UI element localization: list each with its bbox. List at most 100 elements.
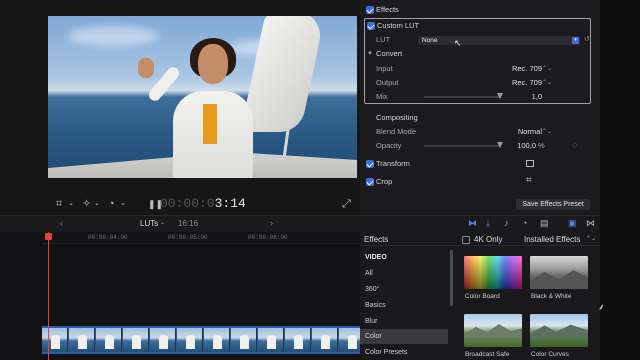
video-clip[interactable] — [42, 326, 360, 354]
clip-appearance-icon[interactable]: ⧓ — [468, 218, 477, 229]
clip-thumbnail — [96, 328, 122, 352]
clip-thumbnail — [150, 328, 176, 352]
4k-only-label[interactable]: 4K Only — [474, 235, 502, 244]
fullscreen-icon[interactable]: ⤢ — [342, 196, 351, 212]
timecode-display: 00:00:03:14 — [160, 196, 246, 211]
clip-thumbnail — [285, 328, 311, 352]
category-item[interactable]: All — [364, 266, 448, 281]
transform-checkbox[interactable] — [366, 160, 374, 168]
keyframe-icon[interactable]: ◇ — [572, 138, 577, 154]
playhead[interactable] — [48, 232, 49, 360]
project-duration: 16:16 — [178, 219, 199, 228]
transform-label: Transform — [376, 159, 410, 168]
clip-thumbnail — [123, 328, 149, 352]
effect-tile-color-curves[interactable] — [530, 314, 588, 347]
lut-select[interactable]: None ▾ — [418, 36, 580, 45]
timeline-toolbar: ‹ LUTs ⌄ 16:16 › ⧓ ⤓ ♪ ◔ ▤ ▣ ⋈ — [0, 215, 600, 232]
ruler-label: 00:00:06:00 — [248, 234, 288, 241]
chevron-right-icon[interactable]: › — [270, 218, 273, 228]
mix-row: Mix 1,0 — [360, 89, 600, 105]
mix-label: Mix — [376, 92, 388, 101]
timeline-ruler[interactable]: 00:00:04:00 00:00:05:00 00:00:06:00 — [42, 232, 360, 244]
effects-label: Effects — [376, 5, 399, 14]
opacity-unit: % — [538, 141, 545, 150]
clip-thumbnail — [231, 328, 257, 352]
convert-label: Convert — [376, 49, 403, 58]
mouse-pointer-icon: ↖ — [454, 38, 462, 48]
project-name[interactable]: LUTs — [140, 219, 158, 228]
crop-label: Crop — [376, 177, 393, 186]
effect-tile-broadcast-safe[interactable] — [464, 314, 522, 347]
convert-row[interactable]: ▼ Convert — [360, 46, 600, 62]
reset-icon[interactable]: ↺ — [584, 35, 590, 43]
timeline-panel[interactable]: 00:00:04:00 00:00:05:00 00:00:06:00 — [0, 232, 360, 360]
mouse-cursor-icon: ⸙ — [598, 302, 605, 312]
effects-checkbox[interactable] — [366, 6, 374, 14]
speed-gauge-icon[interactable]: ◔ — [108, 196, 115, 212]
transform-row[interactable]: Transform — [360, 156, 600, 172]
lut-value: None — [422, 37, 438, 44]
chevron-down-icon[interactable]: ⌄ — [120, 196, 126, 212]
effect-tile-label: Black & White — [531, 293, 572, 300]
crop-row[interactable]: Crop ⌗ — [360, 174, 600, 190]
mix-slider[interactable] — [424, 93, 503, 99]
save-effects-preset-button[interactable]: Save Effects Preset — [516, 199, 590, 210]
effect-tile-label: Color Board — [465, 293, 500, 300]
category-item[interactable]: Blur — [364, 314, 448, 329]
4k-only-checkbox[interactable] — [462, 236, 470, 244]
effect-tile-black-white[interactable] — [530, 256, 588, 289]
ruler-label: 00:00:05:00 — [168, 234, 208, 241]
effects-browser: Effects 4K Only Installed Effects ⌃⌄ VID… — [360, 232, 600, 360]
category-scrollbar[interactable] — [450, 250, 453, 306]
crop-overlay-icon[interactable]: ⌗ — [526, 173, 532, 189]
clip-thumbnail — [177, 328, 203, 352]
effects-row[interactable]: Effects — [360, 2, 600, 18]
audio-icon[interactable]: ♪ — [504, 218, 509, 228]
mix-value[interactable]: 1,0 — [532, 89, 542, 105]
ruler-label: 00:00:04:00 — [88, 234, 128, 241]
chevron-down-icon[interactable]: ▾ — [572, 37, 579, 44]
effects-header: Effects 4K Only Installed Effects ⌃⌄ — [360, 232, 600, 246]
clip-thumbnail — [42, 328, 68, 352]
clip-thumbnail — [312, 328, 338, 352]
window-edge: ⸙ — [598, 0, 640, 360]
solo-icon[interactable]: ◔ — [522, 218, 527, 228]
opacity-value[interactable]: 100,0 — [517, 138, 536, 154]
installed-effects-dropdown[interactable]: Installed Effects — [524, 235, 580, 244]
clip-thumbnail — [69, 328, 95, 352]
clip-thumbnail — [204, 328, 230, 352]
snapping-icon[interactable]: ⤓ — [486, 218, 490, 229]
magic-wand-icon[interactable]: ✧ — [82, 196, 91, 212]
mix-slider-knob[interactable] — [497, 93, 503, 99]
effect-tile-label: Color Curves — [531, 351, 569, 358]
browser-icon[interactable]: ▣ — [568, 218, 577, 229]
opacity-row: Opacity 100,0 % ◇ — [360, 138, 600, 154]
opacity-slider[interactable] — [424, 142, 503, 148]
category-header-video: VIDEO — [365, 254, 387, 261]
chevron-left-icon[interactable]: ‹ — [60, 218, 63, 228]
category-item-selected[interactable]: Color — [360, 329, 448, 344]
viewer-panel: ⌗ ⌄ ✧ ⌄ ◔ ⌄ ❚❚ 00:00:03:14 ⤢ — [0, 0, 360, 215]
chevron-down-icon[interactable]: ⌄ — [94, 196, 100, 212]
effects-category-list: VIDEO All 360° Basics Blur Color Color P… — [360, 248, 450, 360]
clip-thumbnail — [339, 328, 360, 352]
custom-lut-checkbox[interactable] — [367, 22, 375, 30]
stepper-icon[interactable]: ⌃⌄ — [586, 235, 596, 242]
crop-tool-icon[interactable]: ⌗ — [56, 196, 62, 212]
effect-tile-label: Broadcast Safe — [465, 351, 510, 358]
category-item[interactable]: Basics — [364, 298, 448, 313]
crop-checkbox[interactable] — [366, 178, 374, 186]
chevron-down-icon[interactable]: ⌄ — [68, 196, 74, 212]
opacity-label: Opacity — [376, 141, 402, 150]
effect-tile-color-board[interactable] — [464, 256, 522, 289]
transform-overlay-icon[interactable] — [526, 160, 534, 167]
category-item[interactable]: 360° — [364, 282, 448, 297]
disclosure-triangle-icon[interactable]: ▼ — [367, 46, 373, 62]
viewer-toolbar: ⌗ ⌄ ✧ ⌄ ◔ ⌄ ❚❚ 00:00:03:14 ⤢ — [48, 196, 357, 212]
chevron-down-icon[interactable]: ⌄ — [160, 219, 165, 226]
transitions-icon[interactable]: ⋈ — [586, 218, 595, 229]
video-preview[interactable] — [48, 16, 357, 178]
category-item[interactable]: Color Presets — [364, 345, 448, 360]
filmstrip-icon[interactable]: ▤ — [540, 218, 549, 229]
opacity-slider-knob[interactable] — [497, 142, 503, 148]
